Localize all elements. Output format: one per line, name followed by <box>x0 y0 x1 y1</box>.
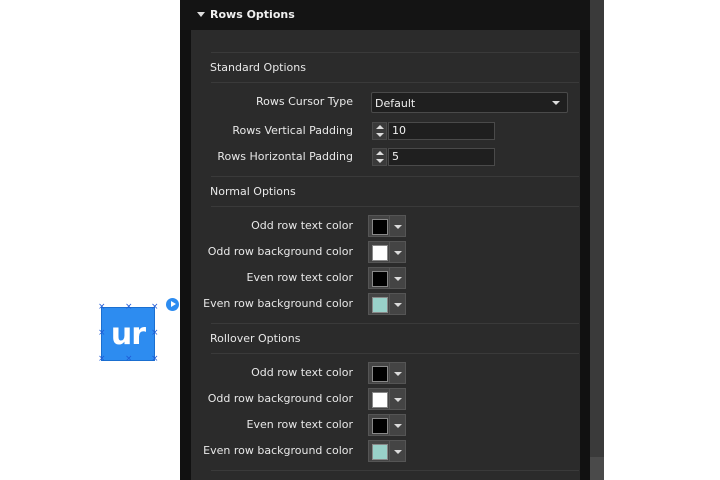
vertical-padding-label: Rows Vertical Padding <box>232 124 353 137</box>
chevron-down-icon[interactable] <box>390 414 406 436</box>
cursor-type-label: Rows Cursor Type <box>255 95 353 108</box>
normal-even-text-color-label: Even row text color <box>246 271 354 284</box>
color-swatch <box>372 392 388 408</box>
color-swatch <box>372 271 388 287</box>
divider <box>211 176 579 177</box>
resize-handle-bottom[interactable]: × <box>125 355 133 364</box>
rollover-odd-bg-color-label: Odd row background color <box>207 392 353 405</box>
color-swatch-frame[interactable] <box>368 293 390 315</box>
panel-scrollbar[interactable] <box>590 0 604 480</box>
collapse-arrow-icon[interactable] <box>197 12 205 17</box>
chevron-down-icon[interactable] <box>390 388 406 410</box>
color-swatch <box>372 245 388 261</box>
section-title-rollover: Rollover Options <box>210 332 301 345</box>
color-swatch <box>372 366 388 382</box>
color-swatch-frame[interactable] <box>368 440 390 462</box>
rollover-odd-text-color-picker[interactable] <box>368 362 406 384</box>
vertical-padding-input[interactable]: 10 <box>388 122 495 140</box>
rollover-even-bg-color-picker[interactable] <box>368 440 406 462</box>
color-swatch <box>372 444 388 460</box>
cursor-type-value: Default <box>375 97 416 110</box>
divider <box>211 52 579 53</box>
chevron-down-icon[interactable] <box>390 241 406 263</box>
rollover-odd-bg-color-picker[interactable] <box>368 388 406 410</box>
cursor-type-select[interactable]: Default <box>371 92 568 113</box>
color-swatch-frame[interactable] <box>368 414 390 436</box>
widget-play-icon[interactable] <box>166 298 179 311</box>
resize-handle-right[interactable]: × <box>151 329 159 338</box>
stepper-up-icon[interactable] <box>376 125 384 129</box>
chevron-down-icon[interactable] <box>390 215 406 237</box>
resize-handle-top-right[interactable]: × <box>151 303 159 312</box>
normal-odd-text-color-picker[interactable] <box>368 215 406 237</box>
normal-odd-bg-color-label: Odd row background color <box>207 245 353 258</box>
widget-text: ur <box>110 316 146 352</box>
rows-options-panel: Rows Options Standard Options Rows Curso… <box>180 0 590 480</box>
resize-handle-left[interactable]: × <box>98 329 106 338</box>
stepper-buttons[interactable] <box>372 122 387 140</box>
normal-odd-bg-color-picker[interactable] <box>368 241 406 263</box>
color-swatch <box>372 418 388 434</box>
chevron-down-icon[interactable] <box>390 267 406 289</box>
color-swatch <box>372 219 388 235</box>
resize-handle-bottom-right[interactable]: × <box>151 355 159 364</box>
divider <box>211 82 579 83</box>
normal-even-text-color-picker[interactable] <box>368 267 406 289</box>
resize-handle-top-left[interactable]: × <box>98 303 106 312</box>
resize-handle-top[interactable]: × <box>125 303 133 312</box>
normal-even-bg-color-label: Even row background color <box>203 297 353 310</box>
divider <box>211 353 579 354</box>
stepper-up-icon[interactable] <box>376 151 384 155</box>
color-swatch-frame[interactable] <box>368 267 390 289</box>
chevron-down-icon[interactable] <box>390 440 406 462</box>
divider <box>211 323 579 324</box>
normal-even-bg-color-picker[interactable] <box>368 293 406 315</box>
color-swatch <box>372 297 388 313</box>
panel-title: Rows Options <box>210 8 295 21</box>
rollover-even-text-color-label: Even row text color <box>246 418 354 431</box>
scrollbar-thumb[interactable] <box>590 457 604 480</box>
rollover-even-text-color-picker[interactable] <box>368 414 406 436</box>
section-title-normal: Normal Options <box>210 185 296 198</box>
normal-odd-text-color-label: Odd row text color <box>251 219 353 232</box>
chevron-down-icon[interactable] <box>390 362 406 384</box>
vertical-padding-stepper[interactable]: 10 <box>372 122 495 140</box>
panel-body: Standard Options Rows Cursor Type Defaul… <box>191 30 580 480</box>
stepper-buttons[interactable] <box>372 148 387 166</box>
chevron-down-icon <box>552 101 560 105</box>
color-swatch-frame[interactable] <box>368 241 390 263</box>
horizontal-padding-input[interactable]: 5 <box>388 148 495 166</box>
ur-widget[interactable]: ur <box>101 307 155 361</box>
color-swatch-frame[interactable] <box>368 388 390 410</box>
stepper-down-icon[interactable] <box>376 133 384 137</box>
color-swatch-frame[interactable] <box>368 362 390 384</box>
horizontal-padding-label: Rows Horizontal Padding <box>217 150 353 163</box>
color-swatch-frame[interactable] <box>368 215 390 237</box>
rollover-even-bg-color-label: Even row background color <box>203 444 353 457</box>
panel-header[interactable]: Rows Options <box>180 0 590 30</box>
rollover-odd-text-color-label: Odd row text color <box>251 366 353 379</box>
divider <box>211 470 579 471</box>
horizontal-padding-stepper[interactable]: 5 <box>372 148 495 166</box>
chevron-down-icon[interactable] <box>390 293 406 315</box>
section-title-standard: Standard Options <box>210 61 306 74</box>
resize-handle-bottom-left[interactable]: × <box>98 355 106 364</box>
divider <box>211 206 579 207</box>
stepper-down-icon[interactable] <box>376 159 384 163</box>
